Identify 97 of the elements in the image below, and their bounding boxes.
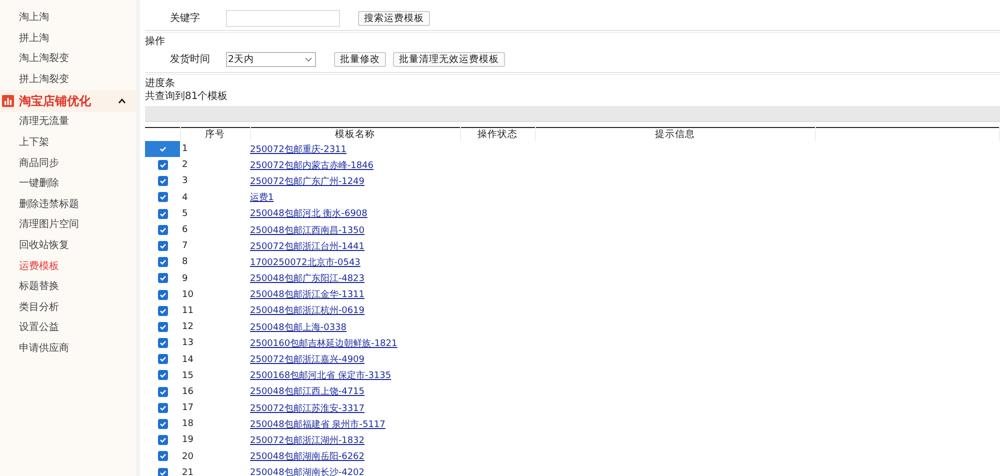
- row-select-cell[interactable]: [145, 141, 180, 158]
- template-link[interactable]: 250072包邮广东广州-1249: [250, 176, 365, 187]
- row-number: 17: [180, 400, 250, 416]
- column-header: 提示信息: [535, 128, 815, 141]
- sidebar-item[interactable]: 设置公益: [0, 318, 136, 339]
- section-title: 淘宝店铺优化: [19, 92, 92, 110]
- checkbox[interactable]: [158, 208, 168, 219]
- template-link[interactable]: 250048包邮河北 衡水-6908: [250, 209, 368, 220]
- column-header: 序号: [180, 128, 250, 141]
- row-number: 20: [180, 448, 250, 465]
- row-number: 4: [180, 190, 250, 206]
- batch-button[interactable]: 批量修改: [334, 52, 386, 66]
- checkbox[interactable]: [158, 192, 168, 202]
- template-link[interactable]: 250048包邮浙江金华-1311: [250, 290, 365, 300]
- checkbox[interactable]: [158, 306, 168, 316]
- checkbox[interactable]: [158, 435, 168, 446]
- sidebar-item[interactable]: 淘上淘裂变: [0, 49, 136, 70]
- sidebar-item[interactable]: 运费模板: [0, 256, 136, 278]
- ship-time-select[interactable]: 2天内: [226, 52, 316, 66]
- sidebar-item[interactable]: 商品同步: [0, 154, 136, 174]
- row-number: 7: [180, 238, 250, 254]
- checkbox[interactable]: [158, 370, 168, 380]
- sidebar-section-header[interactable]: 淘宝店铺优化: [0, 90, 136, 112]
- checkbox[interactable]: [158, 402, 168, 413]
- template-link[interactable]: 250048包邮江西南昌-1350: [250, 226, 365, 236]
- sidebar-item[interactable]: 淘上淘: [0, 8, 136, 29]
- keyword-input[interactable]: [226, 10, 340, 26]
- checkbox[interactable]: [158, 160, 168, 170]
- chevron-down-icon: [305, 56, 312, 62]
- row-number: 1: [180, 141, 250, 158]
- row-number: 8: [180, 254, 250, 270]
- template-link[interactable]: 250048包邮湖南岳阳-6262: [250, 452, 365, 462]
- template-link[interactable]: 250048包邮福建省 泉州市-5117: [250, 420, 386, 430]
- row-number: 9: [180, 270, 250, 287]
- sidebar-item[interactable]: 拼上淘裂变: [0, 70, 136, 90]
- checkbox[interactable]: [158, 451, 168, 462]
- sidebar-item[interactable]: 清理图片空间: [0, 215, 136, 236]
- sidebar-item[interactable]: 类目分析: [0, 298, 136, 318]
- result-count: 共查询到81个模板: [145, 90, 229, 103]
- template-link[interactable]: 250072包邮内蒙古赤峰-1846: [250, 160, 374, 171]
- row-number: 21: [181, 466, 194, 476]
- row-number: 15: [180, 368, 250, 384]
- row-number: 11: [180, 302, 250, 320]
- group-title: 操作: [145, 35, 166, 48]
- sidebar-item[interactable]: 标题替换: [0, 277, 136, 298]
- template-link[interactable]: 250048包邮浙江杭州-0619: [250, 306, 365, 316]
- row-number: 2: [180, 157, 250, 174]
- template-link[interactable]: 250072包邮重庆-2311: [250, 144, 347, 155]
- template-link[interactable]: 250048包邮上海-0338: [250, 322, 347, 333]
- row-number: 13: [180, 335, 250, 352]
- keyword-label: 关键字: [170, 12, 201, 25]
- row-number: 19: [180, 432, 250, 449]
- checkbox[interactable]: [158, 419, 168, 430]
- checkbox[interactable]: [158, 290, 168, 300]
- template-link[interactable]: 250072包邮浙江台州-1441: [250, 242, 365, 252]
- bar-chart-icon: [2, 95, 14, 108]
- column-header: 操作状态: [460, 128, 535, 141]
- row-number: 3: [180, 173, 250, 190]
- template-link[interactable]: 250048包邮广东阳江-4823: [250, 274, 365, 284]
- template-link[interactable]: 250072包邮江苏淮安-3317: [250, 404, 365, 414]
- template-link[interactable]: 250072包邮浙江嘉兴-4909: [250, 355, 365, 366]
- template-link[interactable]: 运费1: [250, 193, 274, 204]
- checkbox[interactable]: [158, 273, 168, 284]
- ship-time-label: 发货时间: [170, 52, 211, 66]
- checkbox[interactable]: [158, 338, 168, 348]
- sidebar-item[interactable]: 上下架: [0, 132, 136, 154]
- caret-up-icon[interactable]: [118, 98, 126, 104]
- checkbox[interactable]: [158, 322, 168, 332]
- sidebar-item[interactable]: 申请供应商: [0, 338, 136, 360]
- row-number: 16: [180, 384, 250, 400]
- checkbox[interactable]: [158, 386, 168, 397]
- sidebar-item[interactable]: 拼上淘: [0, 28, 136, 50]
- row-number: 18: [180, 416, 250, 432]
- template-link[interactable]: 1700250072北京市-0543: [250, 258, 360, 268]
- template-link[interactable]: 2500160包邮吉林延边朝鲜族-1821: [250, 338, 398, 349]
- sidebar-item[interactable]: 一键删除: [0, 174, 136, 195]
- row-number: 14: [180, 351, 250, 368]
- checkbox[interactable]: [158, 224, 168, 235]
- template-link[interactable]: 250072包邮浙江湖州-1832: [250, 436, 365, 446]
- checkbox[interactable]: [158, 257, 168, 268]
- row-number: 6: [180, 222, 250, 238]
- template-link[interactable]: 250048包邮江西上饶-4715: [250, 387, 365, 398]
- checkbox[interactable]: [158, 354, 168, 364]
- column-header: 模板名称: [250, 128, 460, 141]
- checkbox[interactable]: [158, 240, 168, 251]
- checkbox[interactable]: [158, 468, 168, 476]
- row-number: 12: [180, 319, 250, 336]
- template-link[interactable]: 2500168包邮河北省 保定市-3135: [250, 371, 392, 382]
- sidebar-item[interactable]: 清理无流量: [0, 112, 136, 133]
- batch-button[interactable]: 批量清理无效运费模板: [393, 52, 505, 66]
- row-number: 5: [180, 206, 250, 222]
- sidebar-item[interactable]: 回收站恢复: [0, 236, 136, 257]
- checkbox[interactable]: [158, 176, 168, 186]
- row-number: 10: [180, 286, 250, 303]
- group-title: 进度条: [145, 77, 176, 90]
- sidebar-item[interactable]: 删除违禁标题: [0, 194, 136, 216]
- search-button[interactable]: 搜索运费模板: [358, 10, 430, 26]
